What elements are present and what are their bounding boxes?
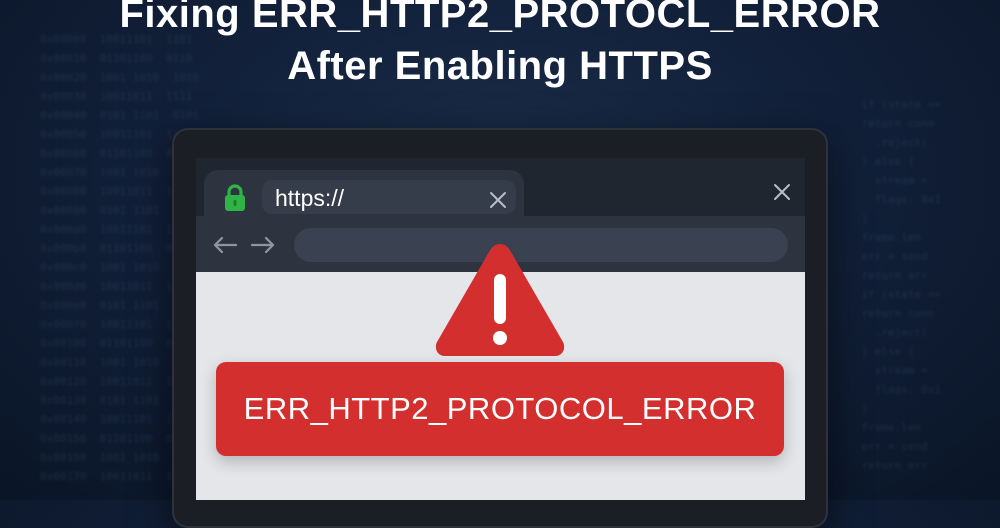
lock-icon [225,184,245,211]
arrow-left-icon[interactable] [212,235,238,255]
headline-line-1: Fixing ERR_HTTP2_PROTOCL_ERROR [119,0,881,36]
tab-url-field[interactable]: https:// [262,180,516,214]
warning-triangle-icon [435,244,565,356]
close-icon[interactable] [488,190,508,210]
error-message: ERR_HTTP2_PROTOCOL_ERROR [243,391,757,426]
tab-url-text: https:// [275,185,345,211]
window-close-icon[interactable] [772,182,792,202]
background-code-texture-right: if (state == return conn .reject( } else… [861,98,941,472]
headline-line-2: After Enabling HTTPS [287,44,713,88]
tab-bar: https:// [196,158,805,218]
error-banner: ERR_HTTP2_PROTOCOL_ERROR [216,362,784,456]
arrow-right-icon[interactable] [250,235,276,255]
headline: Fixing ERR_HTTP2_PROTOCL_ERROR After Ena… [0,0,1000,92]
